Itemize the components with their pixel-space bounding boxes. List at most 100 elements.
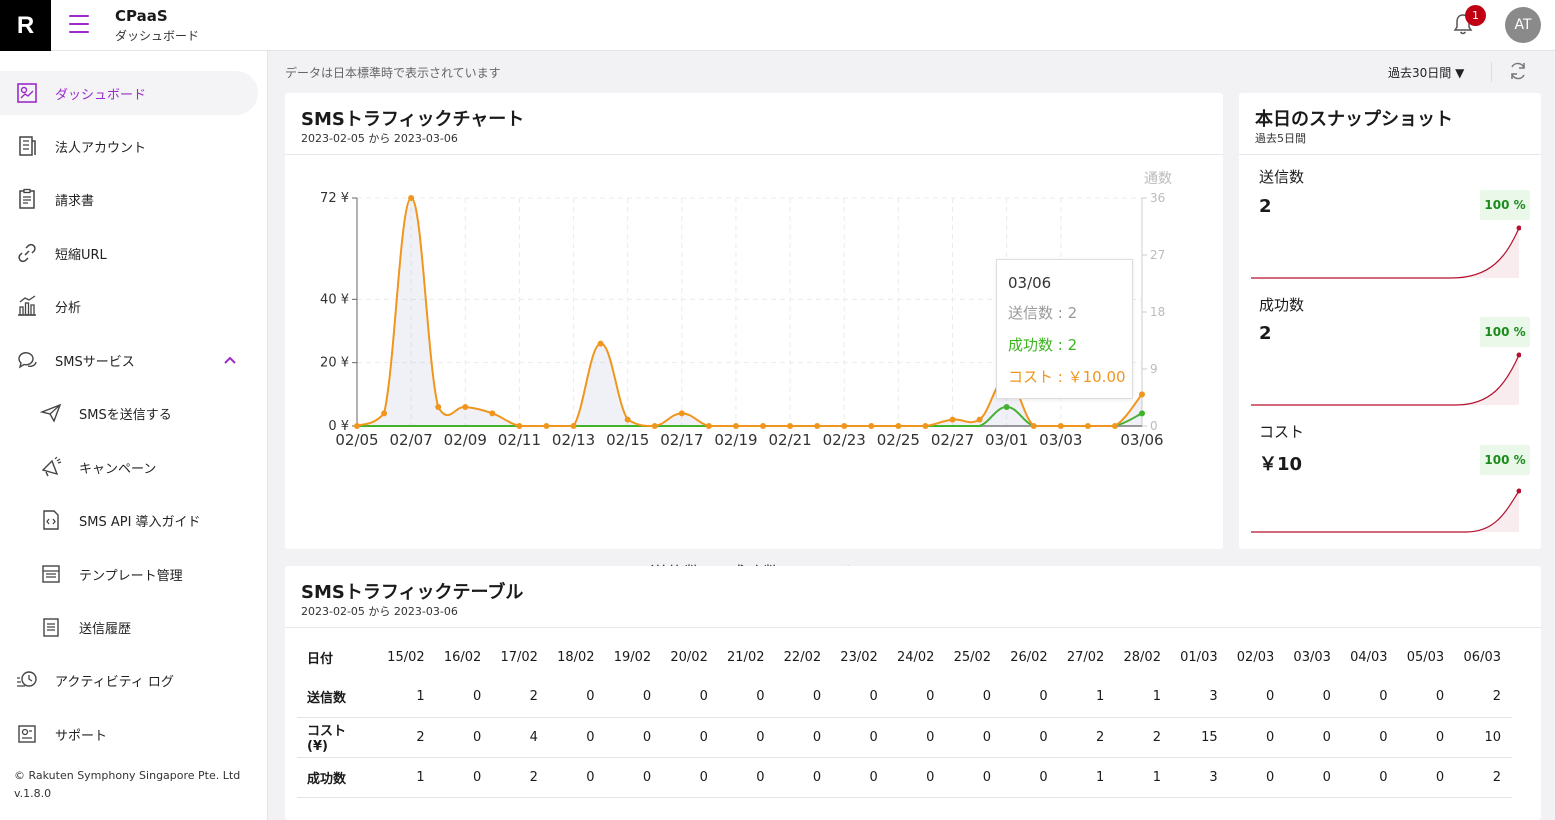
data-point (976, 416, 983, 423)
divider (1491, 62, 1492, 82)
table-cell: 0 (775, 717, 833, 758)
table-cell: 2 (1058, 717, 1116, 758)
snapshot-label-sent: 送信数 (1259, 168, 1305, 186)
x-tick-label: 02/19 (714, 431, 757, 449)
data-point (678, 410, 685, 417)
data-point (570, 423, 577, 429)
table-row: コスト (¥) 2 0 4 0 0 0 0 0 0 0 0 0 2 2 15 0 0 0 0 10 (297, 717, 1512, 758)
sidebar-item-label: 短縮URL (55, 247, 107, 263)
table-cell: 0 (662, 757, 719, 798)
version-text: v.1.8.0 (14, 787, 52, 800)
table-card-title: SMSトラフィックテーブル (301, 582, 524, 603)
sidebar-item-analytics[interactable]: 分析 (0, 284, 258, 328)
table-cell: 0 (1341, 677, 1399, 718)
top-header: R CPaaS ダッシュボード 1 AT (0, 0, 1555, 51)
data-point (814, 423, 821, 429)
y2-axis-label: 通数 (1144, 171, 1172, 187)
table-header-cell: 05/03 (1406, 649, 1445, 665)
table-header-cell: 18/02 (557, 649, 595, 665)
app-title: CPaaS (115, 7, 168, 25)
table-cell: 0 (605, 677, 663, 718)
data-point (841, 423, 848, 429)
sidebar-item-support[interactable]: サポート (0, 712, 258, 756)
tooltip-sent: 送信数 : 2 (1008, 304, 1078, 322)
table-cell: 1 (379, 757, 436, 798)
table-cell: 0 (718, 717, 776, 758)
snapshot-label-cost: コスト (1259, 423, 1305, 441)
sparkline-success (1251, 352, 1521, 406)
table-header-cell: 27/02 (1066, 649, 1105, 665)
sidebar-item-dashboard[interactable]: ダッシュボード (0, 71, 258, 115)
table-header-cell: 23/02 (840, 649, 878, 665)
sms-traffic-table-card: SMSトラフィックテーブル 2023-02-05 から 2023-03-06 日… (285, 566, 1541, 820)
dashboard-icon (17, 83, 37, 103)
chart-tooltip: 03/06 送信数 : 2 成功数 : 2 コスト : ￥10.00 (996, 259, 1133, 399)
send-icon (40, 403, 62, 423)
table-row-label: 送信数 (297, 677, 379, 718)
sidebar-item-label: 法人アカウント (55, 140, 147, 156)
sidebar-item-campaign[interactable]: キャンペーン (0, 445, 258, 489)
table-header-cell: 04/03 (1350, 649, 1388, 665)
sidebar-item-send-sms[interactable]: SMSを送信する (0, 391, 258, 435)
table-cell: 2 (492, 757, 549, 798)
template-icon (42, 565, 60, 583)
table-cell: 1 (1058, 757, 1116, 798)
x-tick-label: 02/23 (823, 431, 866, 449)
sidebar-item-corporate-account[interactable]: 法人アカウント (0, 124, 258, 168)
data-point (408, 195, 415, 201)
sidebar: ダッシュボード 法人アカウント 請求書 短縮URL 分析 SMSサービス SMS… (0, 51, 268, 820)
chat-icon (18, 352, 37, 369)
table-cell: 0 (718, 757, 776, 798)
table-cell: 2 (379, 717, 436, 758)
snapshot-card: 本日のスナップショット 過去5日間 送信数 2 100 % 成功数 2 100 … (1239, 93, 1541, 549)
x-tick-label: 02/25 (877, 431, 920, 449)
table-cell: 0 (435, 677, 493, 718)
table-header-cell: 02/03 (1236, 649, 1275, 665)
sidebar-item-activity-log[interactable]: アクティビティ ログ (0, 658, 258, 702)
table-cell: 1 (379, 677, 436, 718)
refresh-icon[interactable] (1507, 60, 1529, 82)
sidebar-item-label: サポート (55, 728, 108, 744)
snapshot-badge-sent: 100 % (1480, 190, 1530, 220)
user-avatar[interactable]: AT (1505, 7, 1541, 43)
sidebar-item-invoice[interactable]: 請求書 (0, 177, 258, 221)
table-cell: 1 (1058, 677, 1116, 718)
table-cell: 0 (1285, 677, 1342, 718)
data-point (381, 410, 388, 417)
x-tick-label: 02/21 (768, 431, 811, 449)
table-header-cell: 06/03 (1463, 649, 1501, 665)
sidebar-item-short-url[interactable]: 短縮URL (0, 231, 258, 275)
data-point (949, 416, 956, 423)
table-row: 送信数 1 0 2 0 0 0 0 0 0 0 0 0 1 1 3 0 0 0 0 2 (297, 677, 1512, 718)
sidebar-item-template-management[interactable]: テンプレート管理 (0, 552, 258, 596)
activity-log-icon (17, 671, 37, 687)
sidebar-item-sms-api-guide[interactable]: SMS API 導入ガイド (0, 498, 258, 542)
sidebar-item-label: アクティビティ ログ (55, 674, 174, 690)
notification-badge[interactable]: 1 (1465, 5, 1486, 26)
megaphone-icon (41, 456, 62, 477)
data-point (705, 423, 712, 429)
chevron-up-icon[interactable] (222, 352, 238, 368)
snapshot-title: 本日のスナップショット (1255, 109, 1453, 130)
table-header-cell: 21/02 (727, 649, 765, 665)
menu-icon[interactable] (69, 15, 89, 33)
table-cell: 1 (1115, 677, 1172, 718)
data-point (922, 423, 929, 429)
rakuten-logo[interactable]: R (0, 0, 51, 51)
sparkline-cost (1251, 488, 1521, 533)
data-point (1057, 423, 1064, 429)
divider (1239, 154, 1541, 155)
sidebar-item-label: 請求書 (55, 193, 95, 209)
snapshot-value-sent: 2 (1259, 196, 1272, 217)
table-cell: 0 (775, 757, 833, 798)
table-cell: 0 (1002, 757, 1059, 798)
table-cell: 0 (888, 717, 946, 758)
data-point (651, 423, 658, 429)
period-select[interactable]: 過去30日間 ▼ (1388, 64, 1464, 81)
sidebar-item-sms-service[interactable]: SMSサービス (0, 338, 258, 382)
sidebar-item-send-history[interactable]: 送信履歴 (0, 605, 258, 649)
table-header-cell: 17/02 (500, 649, 538, 665)
table-cell: 0 (1002, 717, 1059, 758)
table-cell: 15 (1171, 717, 1229, 758)
table-cell: 0 (435, 757, 493, 798)
